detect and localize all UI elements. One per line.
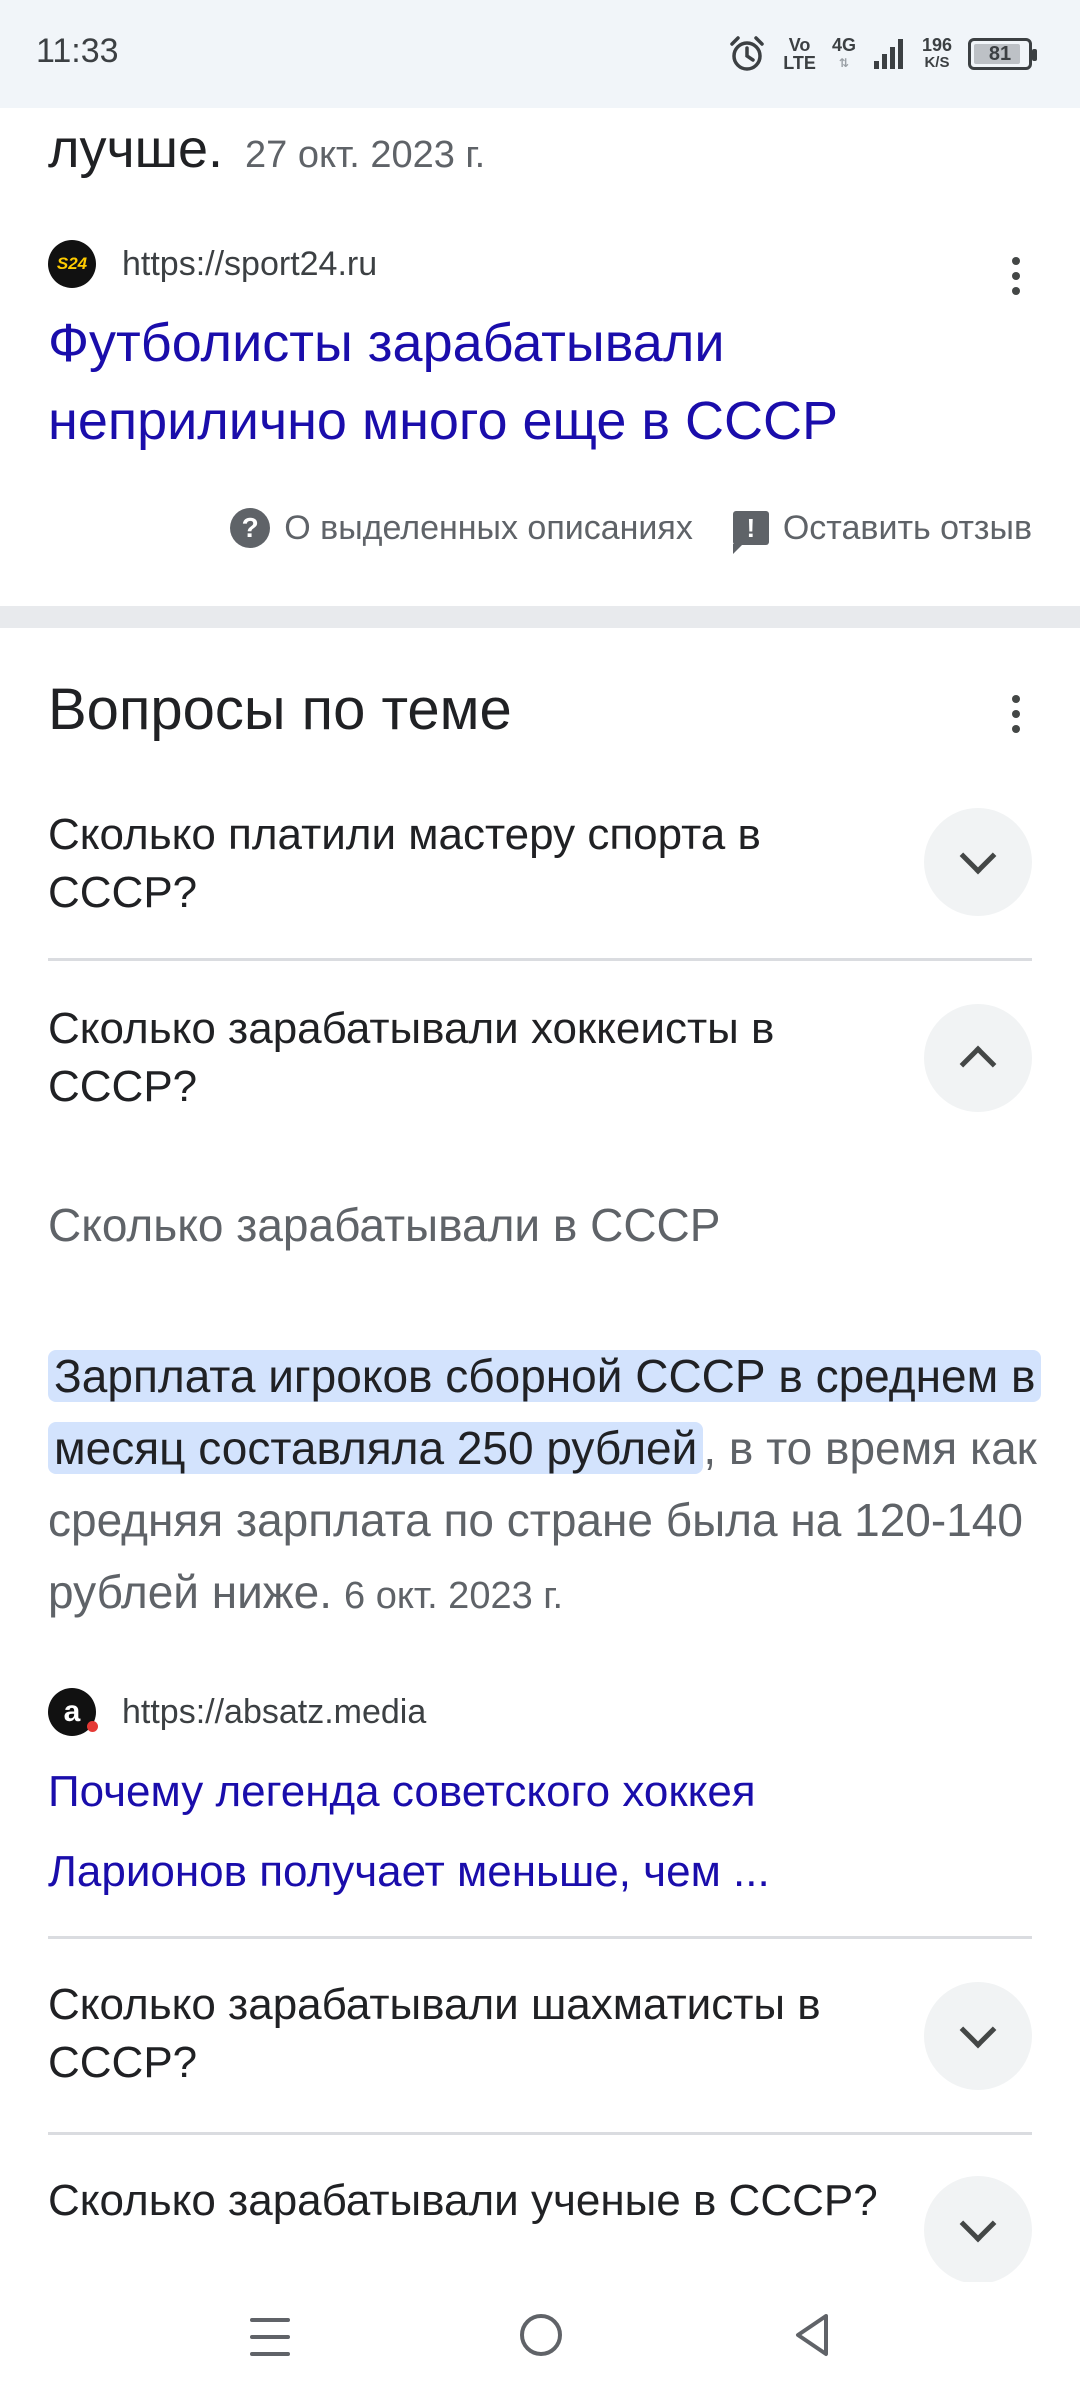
screen: 11:33 Vo LTE 4G ⇅ 196 K/S 81 лучше. 27 о… bbox=[0, 0, 1080, 2400]
alarm-icon bbox=[730, 36, 765, 71]
result-snippet-tail: лучше. 27 окт. 2023 г. bbox=[48, 118, 485, 180]
chevron-down-icon bbox=[959, 2205, 997, 2243]
status-bar: 11:33 Vo LTE 4G ⇅ 196 K/S 81 bbox=[0, 0, 1080, 108]
about-featured-snippets-label: О выделенных описаниях bbox=[284, 508, 693, 547]
chevron-up-icon bbox=[959, 1045, 997, 1083]
answer-source[interactable]: a https://absatz.media bbox=[48, 1688, 426, 1736]
expand-question-1-button[interactable] bbox=[924, 808, 1032, 916]
snippet-date: 27 окт. 2023 г. bbox=[245, 134, 486, 176]
expand-question-3-button[interactable] bbox=[924, 1982, 1032, 2090]
net-speed: 196 K/S bbox=[921, 35, 952, 71]
result-title-link[interactable]: Футболисты зарабатывали неприлично много… bbox=[48, 304, 1008, 460]
system-nav-bar bbox=[0, 2282, 1080, 2400]
absatz-favicon: a bbox=[48, 1688, 98, 1736]
question-3[interactable]: Сколько зарабатывали шахматисты в СССР? bbox=[48, 1976, 908, 2092]
snippet-text: лучше. bbox=[48, 119, 223, 179]
expand-question-4-button[interactable] bbox=[924, 2176, 1032, 2284]
network-type: 4G ⇅ bbox=[831, 35, 856, 70]
status-icons: Vo LTE 4G ⇅ 196 K/S 81 bbox=[727, 28, 1037, 80]
status-time: 11:33 bbox=[36, 32, 119, 70]
leave-feedback-label: Оставить отзыв bbox=[782, 508, 1032, 547]
answer-url: https://absatz.media bbox=[122, 1692, 427, 1731]
featured-snippet-feedback: ? О выделенных описаниях ! Оставить отзы… bbox=[230, 508, 1032, 554]
chevron-down-icon bbox=[959, 2011, 997, 2049]
battery-icon: 81 bbox=[968, 38, 1037, 70]
section-divider bbox=[0, 606, 1080, 628]
chevron-down-icon bbox=[959, 837, 997, 875]
back-icon[interactable] bbox=[790, 2312, 834, 2358]
help-icon: ? bbox=[230, 508, 271, 548]
answer-text: Зарплата игроков сборной СССР в среднем … bbox=[48, 1340, 1042, 1632]
related-questions-more-icon[interactable] bbox=[996, 684, 1036, 744]
sport24-favicon: S24 bbox=[48, 240, 96, 288]
about-featured-snippets-button[interactable]: ? О выделенных описаниях bbox=[230, 508, 693, 548]
divider bbox=[48, 2132, 1032, 2135]
question-4[interactable]: Сколько зарабатывали ученые в СССР? bbox=[48, 2172, 908, 2230]
divider bbox=[48, 1936, 1032, 1939]
volte-indicator: Vo LTE bbox=[783, 35, 816, 73]
battery-level: 81 bbox=[988, 42, 1012, 65]
question-2[interactable]: Сколько зарабатывали хоккеисты в СССР? bbox=[48, 1000, 908, 1116]
feedback-icon: ! bbox=[732, 511, 769, 554]
question-1[interactable]: Сколько платили мастеру спорта в СССР? bbox=[48, 806, 908, 922]
divider bbox=[48, 958, 1032, 961]
answer-link[interactable]: Почему легенда советского хоккея Ларионо… bbox=[48, 1752, 948, 1912]
menu-icon[interactable] bbox=[250, 2318, 290, 2356]
related-questions-title: Вопросы по теме bbox=[48, 677, 512, 742]
answer-date: 6 окт. 2023 г. bbox=[344, 1575, 564, 1617]
result-url: https://sport24.ru bbox=[122, 244, 378, 283]
signal-icon bbox=[873, 39, 903, 69]
collapse-question-2-button[interactable] bbox=[924, 1004, 1032, 1112]
answer-heading: Сколько зарабатывали в СССР bbox=[48, 1199, 721, 1251]
leave-feedback-button[interactable]: ! Оставить отзыв bbox=[732, 508, 1032, 554]
result-source[interactable]: S24 https://sport24.ru bbox=[48, 240, 377, 288]
result-more-icon[interactable] bbox=[996, 246, 1036, 306]
home-icon[interactable] bbox=[520, 2314, 562, 2356]
